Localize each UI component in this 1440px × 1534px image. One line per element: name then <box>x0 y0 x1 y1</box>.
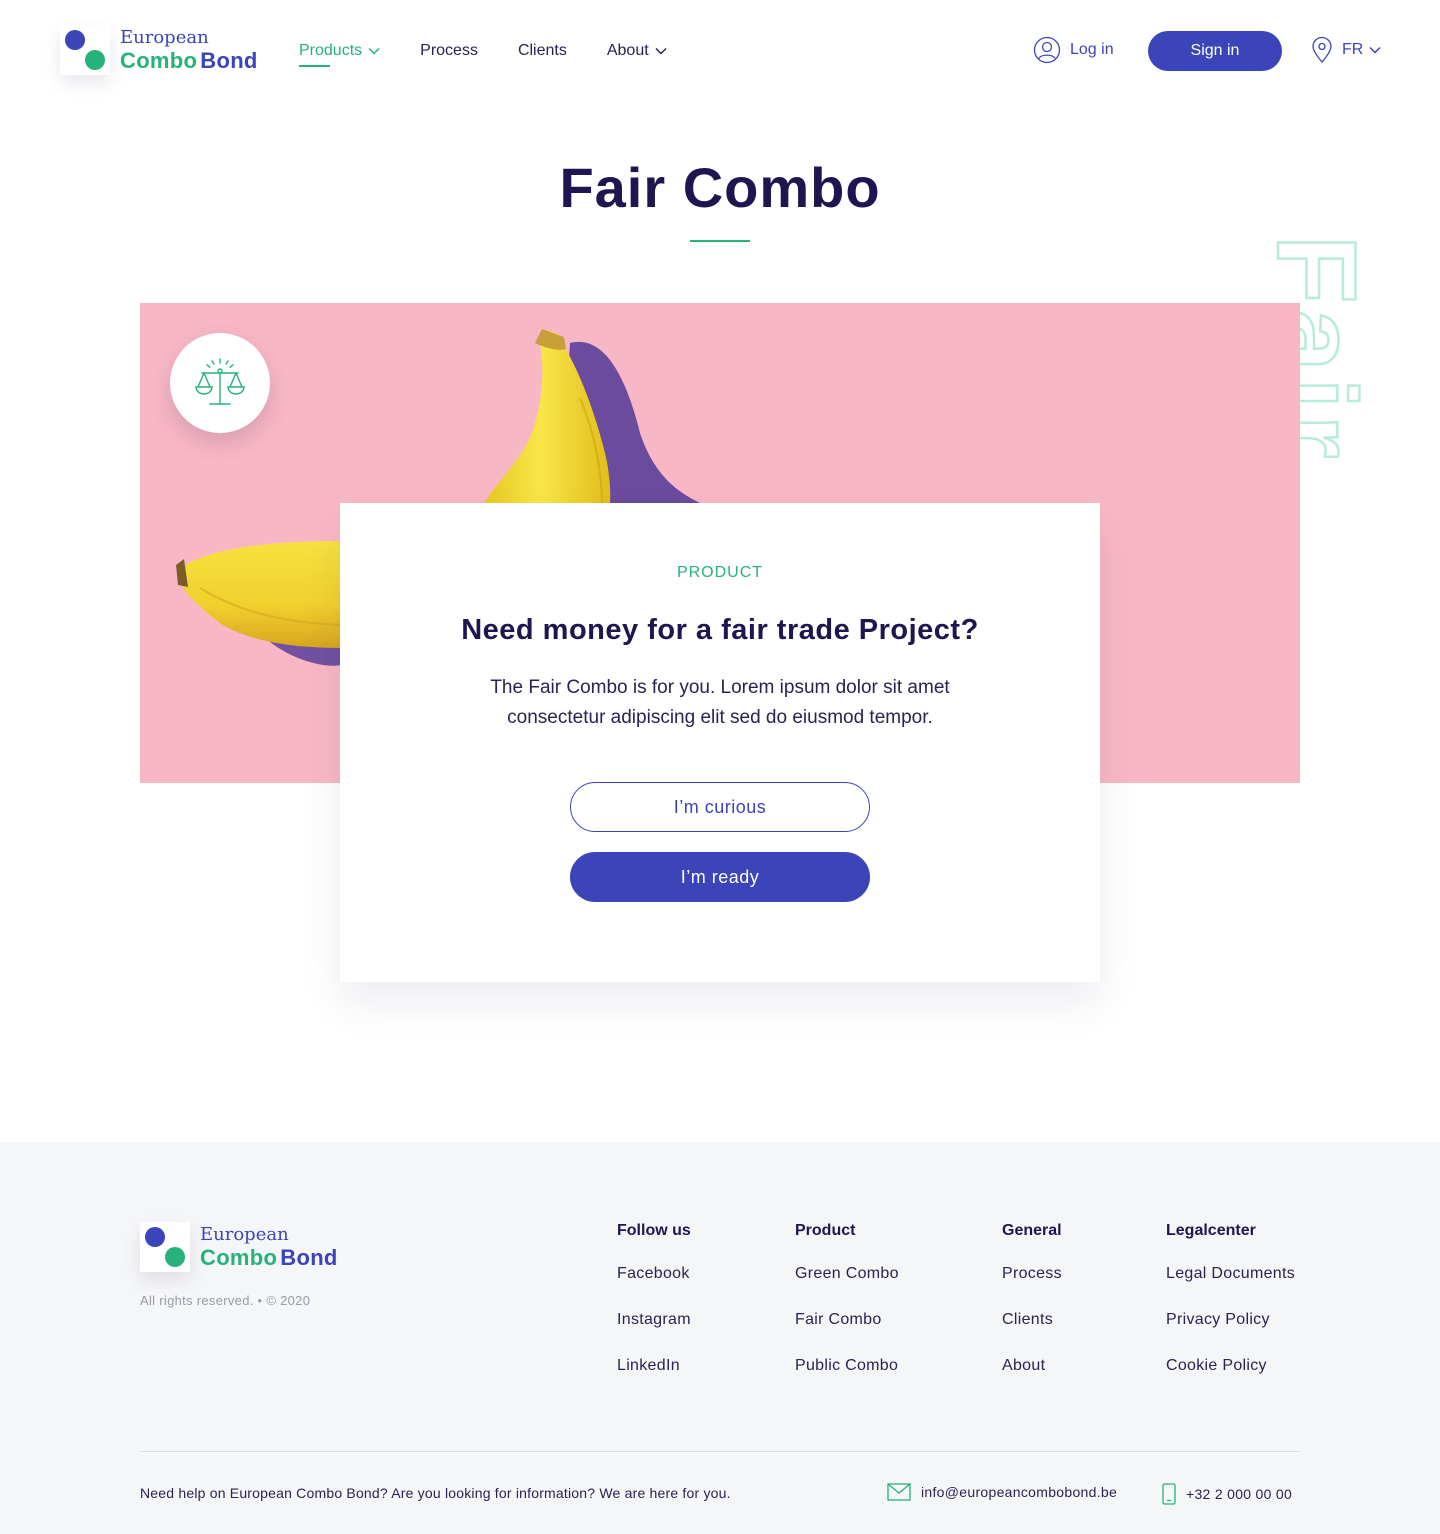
chevron-down-icon <box>368 47 380 55</box>
brand-line2-combo: Combo <box>200 1244 278 1270</box>
logo-mark-icon <box>140 1222 190 1272</box>
footer-link-public-combo[interactable]: Public Combo <box>795 1355 899 1401</box>
copyright-text: All rights reserved. • © 2020 <box>140 1293 311 1308</box>
phone-icon <box>1162 1483 1176 1505</box>
product-card: PRODUCT Need money for a fair trade Proj… <box>340 503 1100 982</box>
footer-link-process[interactable]: Process <box>1002 1263 1062 1309</box>
footer-col-title: Follow us <box>617 1222 691 1239</box>
footer-col-title: Legalcenter <box>1166 1222 1256 1239</box>
brand-line1: European <box>120 26 209 48</box>
footer-logo[interactable]: European Combo Bond <box>140 1222 338 1272</box>
brand-line2-combo: Combo <box>120 47 198 73</box>
brand-line2-bond: Bond <box>280 1244 338 1270</box>
balance-scale-icon <box>195 358 245 405</box>
site-header: European Combo Bond Products Process Clie… <box>0 0 1440 100</box>
footer-col-product: Product Green Combo Fair Combo Public Co… <box>795 1222 899 1401</box>
nav-item-process[interactable]: Process <box>420 40 478 62</box>
footer-col-title: General <box>1002 1222 1062 1239</box>
footer-link-legal-documents[interactable]: Legal Documents <box>1166 1263 1295 1309</box>
help-text: Need help on European Combo Bond? Are yo… <box>140 1485 731 1501</box>
brand-logo[interactable]: European Combo Bond <box>60 25 258 75</box>
envelope-icon <box>887 1483 911 1501</box>
im-curious-button[interactable]: I’m curious <box>570 782 870 832</box>
user-icon <box>1033 36 1061 64</box>
location-pin-icon <box>1312 36 1332 63</box>
phone-label: +32 2 000 00 00 <box>1186 1486 1293 1502</box>
brand-line1: European <box>200 1223 289 1245</box>
nav-item-products[interactable]: Products <box>299 40 380 67</box>
chevron-down-icon <box>1369 46 1381 54</box>
page-title: Fair Combo <box>559 156 881 219</box>
footer-link-privacy-policy[interactable]: Privacy Policy <box>1166 1309 1295 1355</box>
footer-divider <box>140 1451 1300 1452</box>
sign-in-button[interactable]: Sign in <box>1148 31 1282 71</box>
footer-col-general: General Process Clients About <box>1002 1222 1062 1401</box>
footer-link-facebook[interactable]: Facebook <box>617 1263 691 1309</box>
chevron-down-icon <box>655 47 667 55</box>
logo-mark-icon <box>60 25 110 75</box>
language-selector[interactable]: FR <box>1310 36 1381 64</box>
brand-line2-bond: Bond <box>200 47 258 73</box>
footer-link-about[interactable]: About <box>1002 1355 1062 1401</box>
footer-link-fair-combo[interactable]: Fair Combo <box>795 1309 899 1355</box>
email-label: info@europeancombobond.be <box>921 1484 1118 1500</box>
nav-item-clients[interactable]: Clients <box>518 40 567 62</box>
fair-trade-badge <box>170 333 270 433</box>
email-link[interactable]: info@europeancombobond.be <box>887 1483 1117 1501</box>
login-label: Log in <box>1070 41 1114 58</box>
card-kicker: PRODUCT <box>676 564 764 581</box>
footer-col-title: Product <box>795 1222 856 1239</box>
footer-link-instagram[interactable]: Instagram <box>617 1309 691 1355</box>
footer-link-cookie-policy[interactable]: Cookie Policy <box>1166 1355 1295 1401</box>
footer-link-green-combo[interactable]: Green Combo <box>795 1263 899 1309</box>
main-nav: Products Process Clients About <box>299 40 707 67</box>
nav-item-about[interactable]: About <box>607 40 667 62</box>
card-description: The Fair Combo is for you. Lorem ipsum d… <box>490 677 950 728</box>
login-link[interactable]: Log in <box>1033 36 1114 64</box>
footer-link-linkedin[interactable]: LinkedIn <box>617 1355 691 1401</box>
im-ready-button[interactable]: I’m ready <box>570 852 870 902</box>
footer-col-legalcenter: Legalcenter Legal Documents Privacy Poli… <box>1166 1222 1295 1401</box>
footer-link-clients[interactable]: Clients <box>1002 1309 1062 1355</box>
footer-col-follow: Follow us Facebook Instagram LinkedIn <box>617 1222 691 1401</box>
title-underline <box>690 240 750 242</box>
language-label: FR <box>1342 41 1364 58</box>
phone-link[interactable]: +32 2 000 00 00 <box>1162 1483 1292 1505</box>
card-headline: Need money for a fair trade Project? <box>461 614 979 646</box>
site-footer: European Combo Bond All rights reserved. … <box>0 1142 1440 1534</box>
